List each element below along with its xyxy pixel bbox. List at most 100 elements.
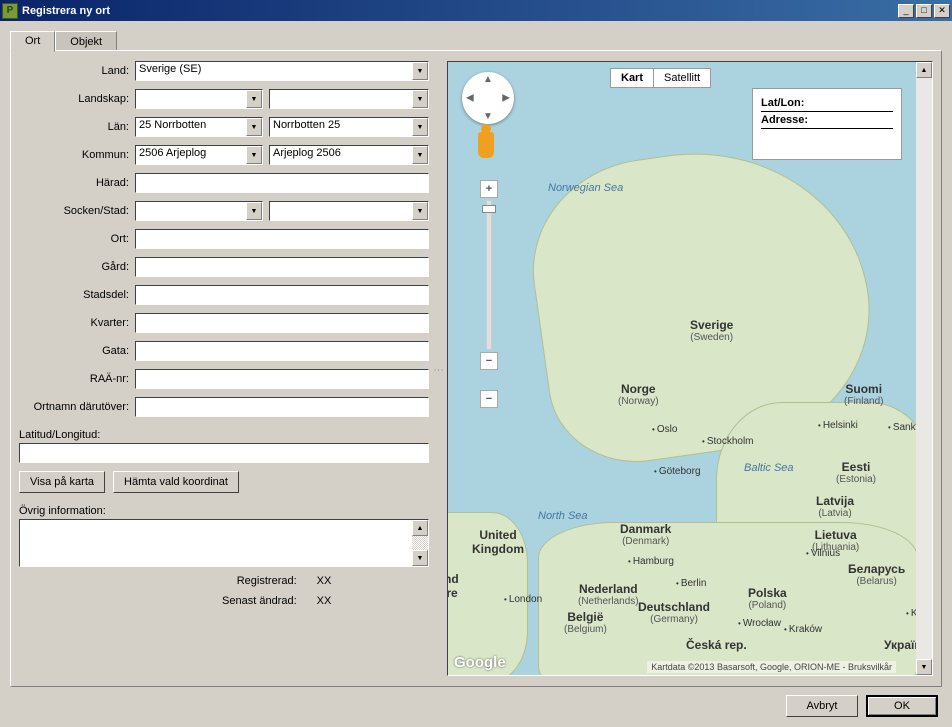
harad-input[interactable] bbox=[135, 173, 429, 193]
pan-right-icon[interactable]: ▶ bbox=[502, 93, 510, 104]
scroll-up-icon[interactable]: ▲ bbox=[916, 62, 932, 78]
cancel-button[interactable]: Avbryt bbox=[786, 695, 858, 717]
close-button[interactable]: ✕ bbox=[934, 4, 950, 18]
pan-left-icon[interactable]: ◀ bbox=[466, 93, 474, 104]
chevron-down-icon[interactable]: ▼ bbox=[412, 90, 428, 108]
zoom-slider-track[interactable] bbox=[486, 200, 492, 350]
city-berlin: Berlin bbox=[676, 578, 706, 589]
ort-input[interactable] bbox=[135, 229, 429, 249]
show-on-map-button[interactable]: Visa på karta bbox=[19, 471, 105, 493]
scroll-down-icon[interactable]: ▼ bbox=[412, 550, 428, 566]
gard-input[interactable] bbox=[135, 257, 429, 277]
scrollbar[interactable]: ▲ ▼ bbox=[412, 520, 428, 566]
content-area: Ort Objekt Land: Sverige (SE) ▼ Landskap… bbox=[0, 21, 952, 727]
ok-button[interactable]: OK bbox=[866, 695, 938, 717]
city-oslo: Oslo bbox=[652, 424, 677, 435]
pan-down-icon[interactable]: ▼ bbox=[483, 111, 493, 122]
titlebar: P Registrera ny ort _ □ ✕ bbox=[0, 0, 952, 21]
chevron-down-icon[interactable]: ▼ bbox=[412, 202, 428, 220]
pan-control[interactable]: ▲ ▼ ◀ ▶ bbox=[462, 72, 514, 124]
ortnamn-input[interactable] bbox=[135, 397, 429, 417]
chevron-down-icon[interactable]: ▼ bbox=[412, 118, 428, 136]
fetch-coord-button[interactable]: Hämta vald koordinat bbox=[113, 471, 239, 493]
label-deutschland: Deutschland(Germany) bbox=[638, 600, 710, 625]
ovrig-label: Övrig information: bbox=[19, 505, 429, 517]
map-container: Kart Satellitt Lat/Lon: Adresse: ▲ ▼ ◀ ▶… bbox=[447, 61, 933, 676]
tab-ort[interactable]: Ort bbox=[10, 31, 55, 52]
map-info-box: Lat/Lon: Adresse: bbox=[752, 88, 902, 160]
scroll-track[interactable] bbox=[412, 536, 428, 550]
zoom-control: + − − bbox=[480, 180, 498, 408]
map-type-satellitt[interactable]: Satellitt bbox=[654, 69, 710, 87]
map-type-switch: Kart Satellitt bbox=[610, 68, 711, 88]
scroll-down-icon[interactable]: ▼ bbox=[916, 659, 932, 675]
minimize-button[interactable]: _ bbox=[898, 4, 914, 18]
zoom-slider-thumb[interactable] bbox=[482, 205, 496, 213]
kommun-select-b[interactable]: Arjeplog 2506▼ bbox=[269, 145, 429, 165]
splitter-handle[interactable]: ⋮ bbox=[435, 61, 441, 676]
city-vilnius: Vilnius bbox=[806, 548, 840, 559]
socken-select-a[interactable]: ▼ bbox=[135, 201, 263, 221]
gata-label: Gata: bbox=[19, 345, 135, 357]
registrerad-label: Registrerad: bbox=[117, 575, 317, 587]
city-kiev: Kiev bbox=[906, 608, 916, 619]
scroll-up-icon[interactable]: ▲ bbox=[412, 520, 428, 536]
zoom-in-button[interactable]: + bbox=[480, 180, 498, 198]
ovrig-textarea[interactable]: ▲ ▼ bbox=[19, 519, 429, 567]
kvarter-input[interactable] bbox=[135, 313, 429, 333]
senast-value: XX bbox=[317, 595, 332, 607]
zoom-level-button[interactable]: − bbox=[480, 352, 498, 370]
maximize-button[interactable]: □ bbox=[916, 4, 932, 18]
tab-objekt[interactable]: Objekt bbox=[55, 31, 117, 51]
form-column: Land: Sverige (SE) ▼ Landskap: ▼ ▼ Län: bbox=[19, 61, 429, 676]
label-eire: landÉire bbox=[448, 572, 459, 600]
info-latlon-label: Lat/Lon: bbox=[761, 95, 893, 112]
pan-up-icon[interactable]: ▲ bbox=[483, 74, 493, 85]
scroll-track[interactable] bbox=[916, 78, 932, 659]
city-sankt: Sankt. bbox=[888, 422, 916, 433]
dialog-buttons: Avbryt OK bbox=[10, 687, 942, 717]
city-goteborg: Göteborg bbox=[654, 466, 701, 477]
lan-select-a[interactable]: 25 Norrbotten▼ bbox=[135, 117, 263, 137]
label-latvija: Latvija(Latvia) bbox=[816, 494, 854, 519]
map-scrollbar[interactable]: ▲ ▼ bbox=[916, 62, 932, 675]
pegman-icon[interactable] bbox=[478, 132, 494, 158]
zoom-out-button[interactable]: − bbox=[480, 390, 498, 408]
tab-strip: Ort Objekt bbox=[10, 31, 942, 51]
stadsdel-input[interactable] bbox=[135, 285, 429, 305]
registrerad-value: XX bbox=[317, 575, 332, 587]
stadsdel-label: Stadsdel: bbox=[19, 289, 135, 301]
label-belgie: België(Belgium) bbox=[564, 610, 607, 635]
raa-label: RAÄ-nr: bbox=[19, 373, 135, 385]
landskap-select-b[interactable]: ▼ bbox=[269, 89, 429, 109]
kommun-label: Kommun: bbox=[19, 149, 135, 161]
map-attribution: Kartdata ©2013 Basarsoft, Google, ORION-… bbox=[647, 661, 896, 673]
latlon-input[interactable] bbox=[19, 443, 429, 463]
map-canvas[interactable]: Kart Satellitt Lat/Lon: Adresse: ▲ ▼ ◀ ▶… bbox=[448, 62, 916, 675]
city-stockholm: Stockholm bbox=[702, 436, 754, 447]
socken-label: Socken/Stad: bbox=[19, 205, 135, 217]
label-polska: Polska(Poland) bbox=[748, 586, 787, 611]
landskap-select-a[interactable]: ▼ bbox=[135, 89, 263, 109]
lan-select-b[interactable]: Norrbotten 25▼ bbox=[269, 117, 429, 137]
label-ceska: Česká rep. bbox=[686, 638, 747, 652]
land-label: Land: bbox=[19, 65, 135, 77]
tab-panel: Land: Sverige (SE) ▼ Landskap: ▼ ▼ Län: bbox=[10, 50, 942, 687]
socken-select-b[interactable]: ▼ bbox=[269, 201, 429, 221]
chevron-down-icon[interactable]: ▼ bbox=[412, 62, 428, 80]
gata-input[interactable] bbox=[135, 341, 429, 361]
chevron-down-icon[interactable]: ▼ bbox=[246, 118, 262, 136]
chevron-down-icon[interactable]: ▼ bbox=[246, 90, 262, 108]
raa-input[interactable] bbox=[135, 369, 429, 389]
chevron-down-icon[interactable]: ▼ bbox=[412, 146, 428, 164]
window-title: Registrera ny ort bbox=[22, 5, 898, 17]
land-select[interactable]: Sverige (SE) ▼ bbox=[135, 61, 429, 81]
label-norge: Norge(Norway) bbox=[618, 382, 659, 407]
chevron-down-icon[interactable]: ▼ bbox=[246, 146, 262, 164]
label-baltic-sea: Baltic Sea bbox=[744, 462, 794, 474]
label-eesti: Eesti(Estonia) bbox=[836, 460, 876, 485]
kommun-select-a[interactable]: 2506 Arjeplog▼ bbox=[135, 145, 263, 165]
map-type-kart[interactable]: Kart bbox=[611, 69, 654, 87]
city-helsinki: Helsinki bbox=[818, 420, 858, 431]
chevron-down-icon[interactable]: ▼ bbox=[246, 202, 262, 220]
